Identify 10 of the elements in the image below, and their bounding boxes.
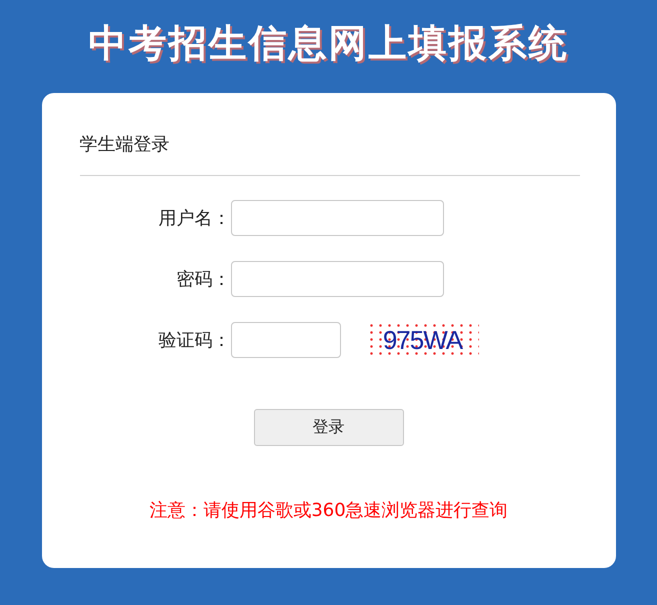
page-title: 中考招生信息网上填报系统 — [88, 20, 568, 67]
field-label: 密码： — [176, 268, 230, 291]
username-field[interactable] — [230, 200, 444, 236]
captcha-field[interactable] — [230, 322, 340, 358]
field-label: 用户名： — [158, 207, 230, 230]
notice-text: 注意：请使用谷歌或360急速浏览器进行查询 — [148, 499, 509, 522]
password-field[interactable] — [230, 261, 444, 297]
field-label: 验证码： — [158, 329, 230, 352]
login-button[interactable]: 登录 — [254, 409, 404, 446]
card-heading: 学生端登录 — [80, 133, 170, 157]
